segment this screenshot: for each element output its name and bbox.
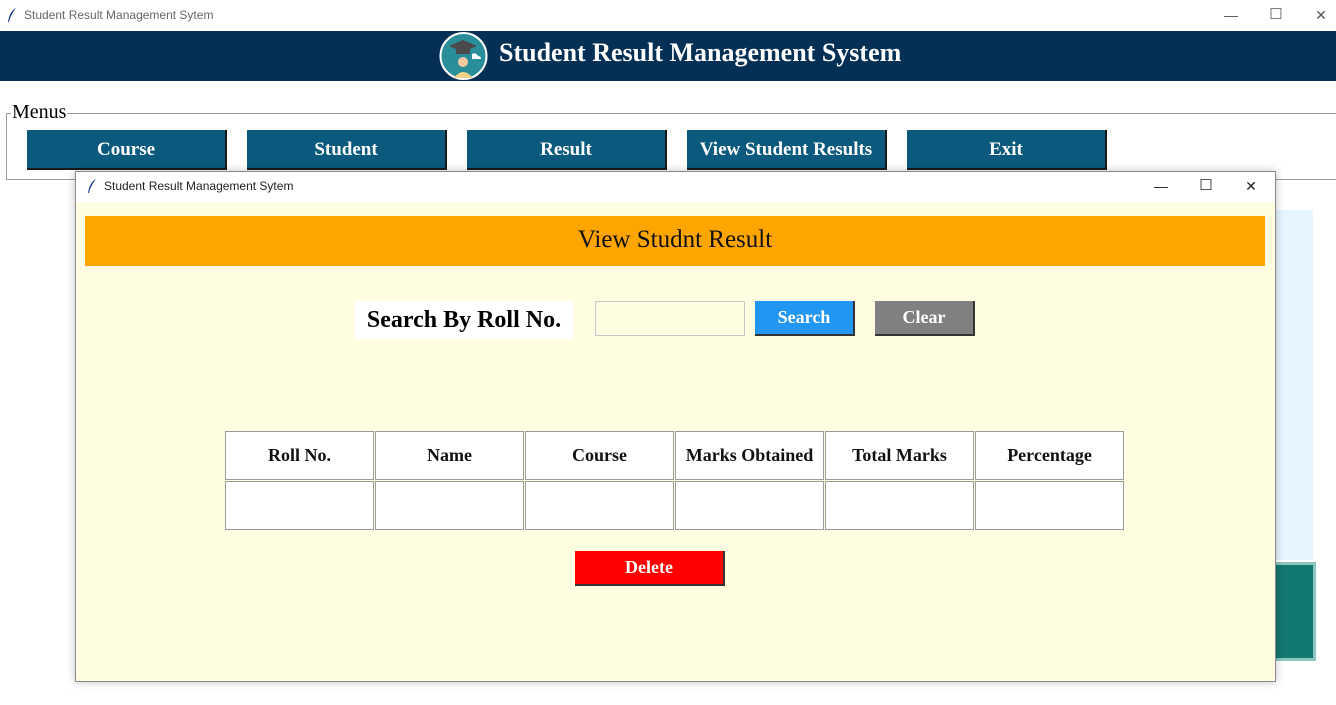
header-name: Name [375,431,524,480]
feather-icon [6,7,18,23]
cell-marks-obtained [675,481,824,530]
course-button[interactable]: Course [27,130,227,170]
header-percentage: Percentage [975,431,1124,480]
search-label: Search By Roll No. [355,301,573,339]
view-student-results-button[interactable]: View Student Results [687,130,887,170]
graduation-logo-icon [439,32,488,80]
header-marks-obtained: Marks Obtained [675,431,824,480]
result-button[interactable]: Result [467,130,667,170]
child-window-title: Student Result Management Sytem [104,179,294,193]
cell-percentage [975,481,1124,530]
header-course: Course [525,431,674,480]
cell-roll-no [225,481,374,530]
header-roll-no: Roll No. [225,431,374,480]
exit-button[interactable]: Exit [907,130,1107,170]
cell-course [525,481,674,530]
child-maximize-button[interactable]: ☐ [1191,174,1221,198]
app-title: Student Result Management System [499,38,902,67]
child-close-button[interactable]: ✕ [1236,174,1266,198]
feather-icon [86,178,98,194]
delete-button[interactable]: Delete [575,551,725,586]
cell-name [375,481,524,530]
close-button[interactable]: ✕ [1306,3,1336,27]
search-button[interactable]: Search [755,301,855,336]
page-title: View Studnt Result [577,226,773,253]
clear-button[interactable]: Clear [875,301,975,336]
roll-no-search-input[interactable] [595,301,745,336]
menus-label: Menus [11,101,68,124]
background-panel [1270,210,1313,560]
maximize-button[interactable]: ☐ [1261,3,1291,27]
header-total-marks: Total Marks [825,431,974,480]
background-teal-panel [1273,562,1316,661]
cell-total-marks [825,481,974,530]
minimize-button[interactable]: — [1216,3,1246,27]
student-button[interactable]: Student [247,130,447,170]
child-minimize-button[interactable]: — [1146,174,1176,198]
window-title: Student Result Management Sytem [24,8,214,22]
